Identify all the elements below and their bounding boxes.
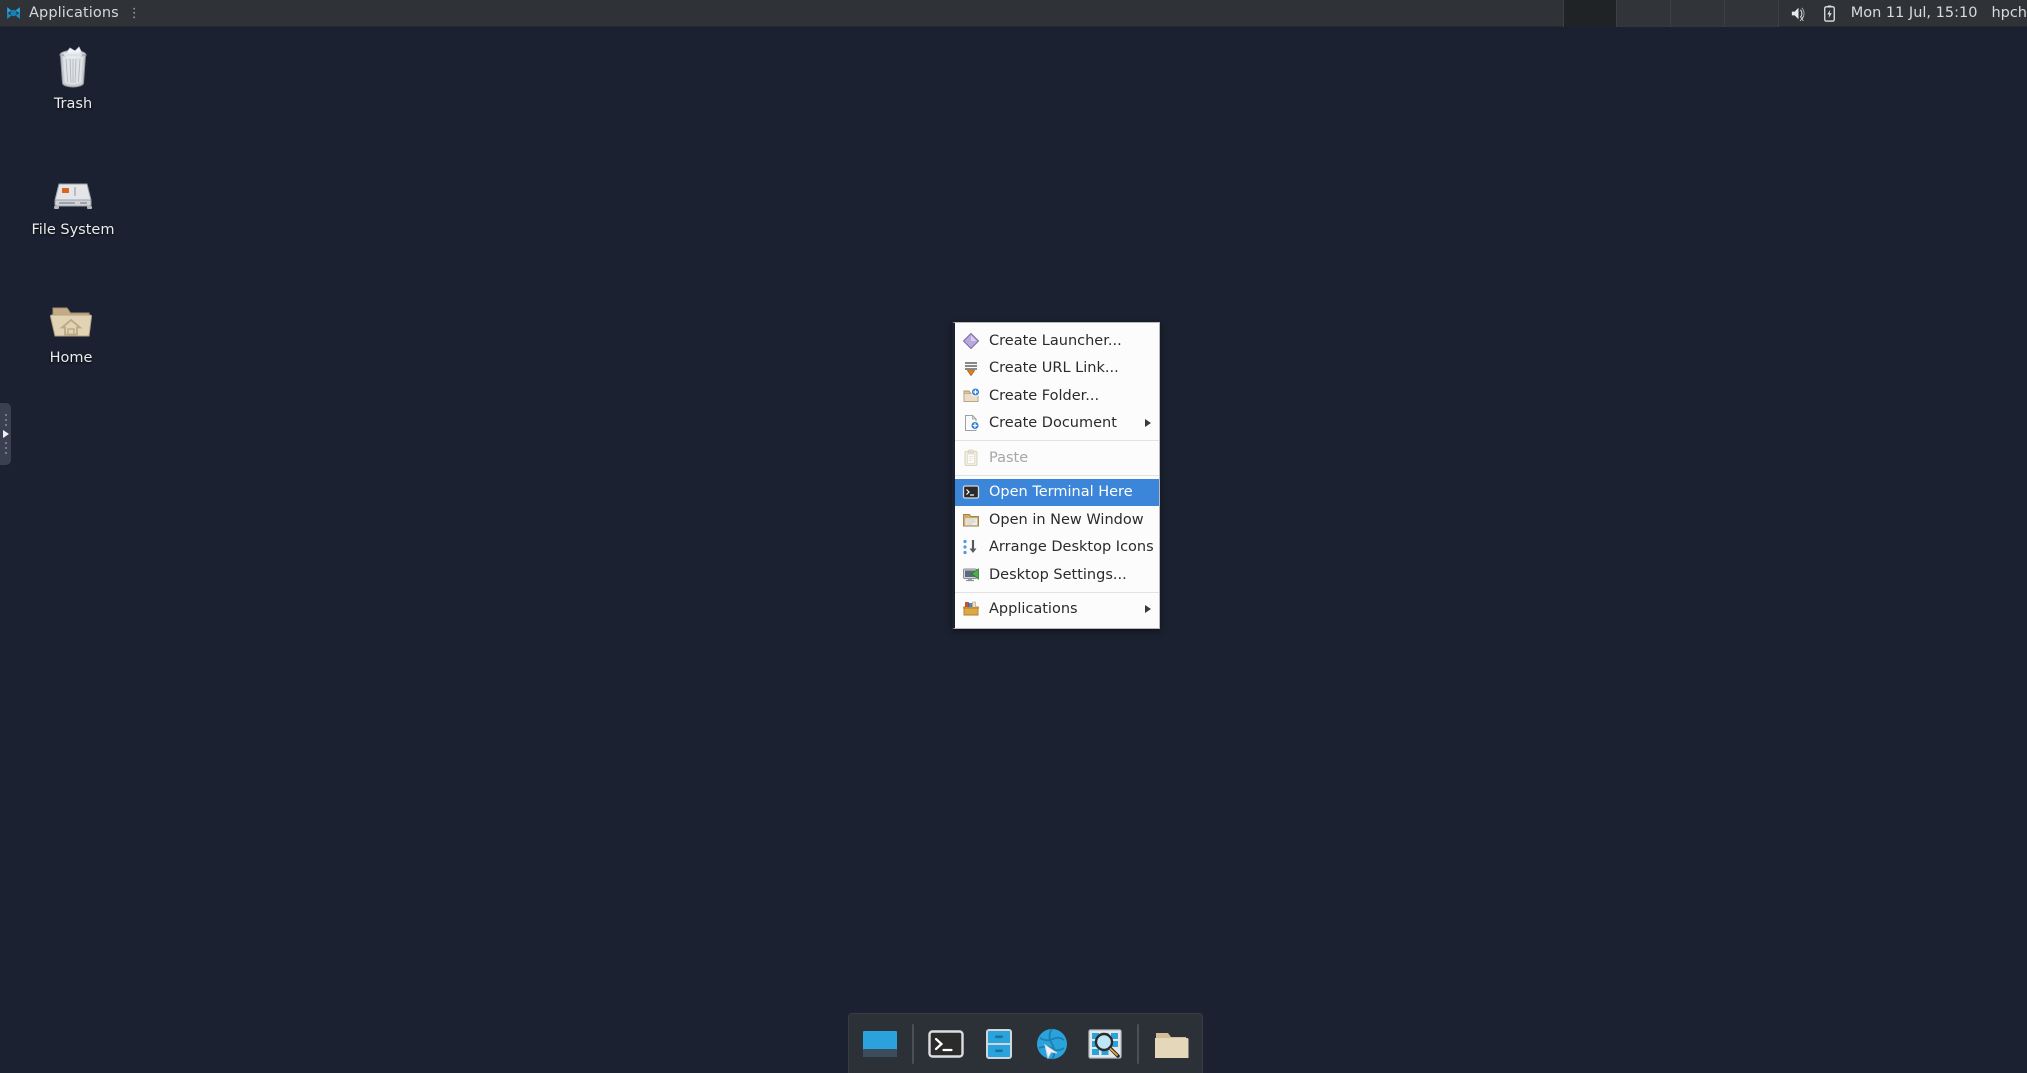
hidden-panel-handle[interactable] (0, 403, 11, 465)
dock-panel (848, 1013, 1203, 1073)
menu-item-create-document[interactable]: Create Document (955, 410, 1159, 438)
file-manager-icon (986, 1028, 1012, 1059)
desktop-icon-file-system[interactable]: File System (14, 168, 132, 238)
menu-item-paste[interactable]: Paste (955, 444, 1159, 472)
launcher-icon (962, 332, 980, 349)
folder-open-icon (963, 513, 979, 527)
terminal-icon (962, 485, 980, 499)
menu-item-label: Create URL Link... (989, 360, 1119, 377)
menu-separator (955, 440, 1159, 441)
handle-dot (4, 419, 7, 421)
menu-item-label: Open Terminal Here (989, 484, 1133, 501)
menu-separator (955, 591, 1159, 593)
menu-item-label: Open in New Window (989, 511, 1144, 528)
desktop-icon-label: Trash (53, 96, 93, 112)
workspace-switcher[interactable] (1562, 0, 1779, 27)
handle-dot (4, 447, 7, 449)
menu-item-label: Arrange Desktop Icons (989, 539, 1154, 556)
menu-item-label: Create Folder... (989, 387, 1100, 404)
menu-item-label: Create Document (989, 415, 1117, 432)
svg-text:x: x (1799, 14, 1804, 23)
harddisk-icon (54, 183, 92, 209)
handle-dot (4, 424, 7, 426)
dock-item-folder[interactable] (1149, 1023, 1193, 1065)
dock-item-terminal[interactable] (924, 1023, 968, 1065)
dock-separator-2 (1137, 1023, 1139, 1064)
menu-item-label: Desktop Settings... (989, 566, 1127, 583)
desktop-icon-label: File System (31, 222, 115, 238)
user-indicator[interactable]: hpch (1991, 5, 2027, 21)
workspace-2[interactable] (1616, 0, 1671, 27)
top-panel: Applications ⋮ x Mon 11 Jul, 15:10 hpch (0, 0, 2027, 27)
menu-item-label: Paste (989, 449, 1029, 466)
dock-item-app-finder[interactable] (1083, 1023, 1127, 1065)
new-document-icon (965, 414, 980, 432)
new-folder-icon (963, 387, 980, 402)
terminal-icon (928, 1029, 964, 1058)
handle-dot (4, 442, 7, 444)
menu-item-create-launcher[interactable]: Create Launcher... (955, 327, 1159, 355)
desktop-icon-trash[interactable]: Trash (14, 42, 132, 112)
clock[interactable]: Mon 11 Jul, 15:10 (1851, 5, 1992, 21)
menu-item-create-folder[interactable]: Create Folder... (955, 382, 1159, 410)
desktop-icon-home[interactable]: Home (12, 296, 130, 366)
arrange-icons-icon (963, 540, 977, 555)
workspace-1[interactable] (1562, 0, 1617, 27)
handle-dot (4, 414, 7, 416)
folder-icon (1155, 1032, 1189, 1058)
paste-icon (964, 449, 978, 466)
applications-menu-button[interactable]: Applications ⋮ (0, 0, 150, 27)
workspace-4[interactable] (1724, 0, 1779, 27)
battery-charging-icon[interactable] (1820, 4, 1839, 23)
url-link-icon (965, 362, 977, 377)
desktop-context-menu: Create Launcher... Create URL Link... Cr… (952, 322, 1160, 629)
volume-muted-icon[interactable]: x (1789, 4, 1808, 23)
menu-item-open-terminal-here[interactable]: Open Terminal Here (955, 478, 1159, 506)
app-finder-icon (1088, 1028, 1122, 1059)
menu-item-arrange-desktop-icons[interactable]: Arrange Desktop Icons (955, 534, 1159, 562)
web-browser-icon (1037, 1027, 1067, 1060)
submenu-arrow-icon (1145, 605, 1151, 614)
menu-separator (955, 474, 1159, 476)
menu-item-label: Applications (989, 601, 1078, 618)
desktop-icon-label: Home (49, 350, 93, 366)
trash-icon (59, 46, 87, 88)
dock-item-show-desktop[interactable] (858, 1023, 902, 1065)
menu-item-applications[interactable]: Applications (955, 596, 1159, 624)
handle-dot (4, 452, 7, 454)
desktop-settings-icon (963, 568, 979, 581)
applications-icon (963, 601, 979, 616)
applications-menu-dots: ⋮ (127, 5, 141, 21)
menu-item-open-in-new-window[interactable]: Open in New Window (955, 506, 1159, 534)
workspace-3[interactable] (1670, 0, 1725, 27)
show-desktop-icon (863, 1030, 897, 1057)
dock-item-file-manager[interactable] (977, 1023, 1021, 1065)
chevron-right-icon (2, 430, 9, 438)
xfce-mouse-icon (7, 6, 20, 19)
applications-menu-label: Applications (29, 5, 119, 21)
menu-item-label: Create Launcher... (989, 332, 1122, 349)
menu-item-create-url-link[interactable]: Create URL Link... (955, 355, 1159, 383)
dock-item-web-browser[interactable] (1030, 1023, 1074, 1065)
dock-separator-1 (912, 1023, 914, 1064)
menu-item-desktop-settings[interactable]: Desktop Settings... (955, 561, 1159, 589)
submenu-arrow-icon (1145, 419, 1151, 428)
system-tray: x (1783, 4, 1851, 23)
home-folder-icon (49, 307, 93, 337)
